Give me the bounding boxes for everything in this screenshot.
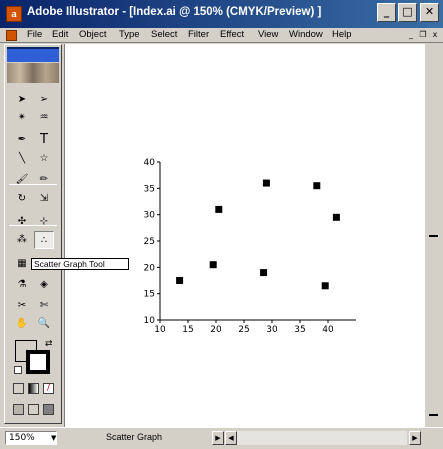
y-tick-label: 40 (144, 158, 156, 168)
menu-select[interactable]: Select (151, 29, 177, 40)
maximize-button[interactable]: □ (398, 3, 417, 22)
default-fill-stroke-icon[interactable] (14, 366, 22, 374)
scroll-mark (429, 235, 438, 237)
x-tick-label: 20 (210, 325, 222, 335)
horizontal-scrollbar-track[interactable] (237, 431, 407, 445)
current-tool-status: Scatter Graph (106, 432, 163, 442)
y-tick-label: 30 (144, 211, 156, 221)
y-tick-label: 25 (144, 237, 155, 247)
full-screen-mode-button[interactable] (43, 404, 54, 415)
paintbrush-tool-icon[interactable]: 🖌 (12, 171, 32, 189)
menu-file[interactable]: File (27, 29, 42, 40)
pencil-tool-icon[interactable]: ✏ (34, 171, 54, 189)
lasso-tool-icon[interactable]: ♒ (34, 109, 54, 127)
toolbox-divider (9, 184, 57, 185)
menu-edit[interactable]: Edit (52, 29, 68, 40)
scroll-mark (429, 414, 438, 416)
gradient-mode-button[interactable] (28, 383, 39, 394)
scatter-point (321, 282, 329, 290)
standard-screen-mode-button[interactable] (13, 404, 24, 415)
tool-tooltip: Scatter Graph Tool (31, 258, 129, 270)
menu-window[interactable]: Window (289, 29, 323, 40)
scatter-point (215, 205, 223, 213)
full-screen-menu-mode-button[interactable] (28, 404, 39, 415)
toolbox-panel: ➤➢✴♒✒T╲☆🖌✏↻⇲✣⊹⁂∴▦▤⚗◈✂✄✋🔍 ⇄ / (4, 44, 62, 424)
none-mode-button[interactable]: / (43, 383, 54, 394)
type-tool-icon[interactable]: T (34, 131, 54, 149)
mesh-tool-icon[interactable]: ▦ (12, 255, 32, 273)
hand-tool-icon[interactable]: ✋ (12, 315, 32, 333)
symbol-sprayer-tool-icon[interactable]: ⁂ (12, 231, 32, 249)
scroll-left-button[interactable]: ◀ (225, 431, 237, 445)
toolbox-banner-image[interactable] (7, 63, 59, 83)
menu-help[interactable]: Help (332, 29, 352, 40)
menu-object[interactable]: Object (79, 29, 106, 40)
zoom-level-field[interactable]: 150% ▼ (5, 431, 57, 445)
doc-minimize-button[interactable]: _ (406, 29, 416, 40)
slice-tool-icon[interactable]: ✂ (12, 297, 32, 315)
window-title: Adobe Illustrator - [Index.ai @ 150% (CM… (27, 6, 322, 18)
rotate-tool-icon[interactable]: ↻ (12, 190, 32, 208)
illustrator-app-icon[interactable]: a (6, 6, 22, 22)
scatter-point (209, 261, 217, 269)
color-mode-button[interactable] (13, 383, 24, 394)
scatter-point (262, 179, 270, 187)
x-tick-label: 40 (322, 325, 334, 335)
document-icon[interactable] (6, 30, 17, 41)
vertical-scrollbar[interactable] (424, 44, 443, 427)
stroke-color-box[interactable] (26, 350, 50, 374)
blend-tool-icon[interactable]: ◈ (34, 276, 54, 294)
minimize-button[interactable]: _ (377, 3, 396, 22)
scatter-graph-tool-icon[interactable]: ∴ (34, 231, 54, 249)
warp-tool-icon[interactable]: ✣ (12, 213, 32, 231)
pen-tool-icon[interactable]: ✒ (12, 131, 32, 149)
y-tick-label: 35 (144, 184, 155, 194)
x-tick-label: 35 (294, 325, 305, 335)
status-menu-button[interactable]: ▶ (212, 431, 224, 445)
eyedropper-tool-icon[interactable]: ⚗ (12, 276, 32, 294)
direct-selection-tool-icon[interactable]: ➢ (34, 91, 54, 109)
y-tick-label: 15 (144, 290, 155, 300)
scatter-point (313, 182, 321, 190)
scissors-tool-icon[interactable]: ✄ (34, 297, 54, 315)
magic-wand-tool-icon[interactable]: ✴ (12, 109, 32, 127)
x-tick-label: 25 (238, 325, 249, 335)
scale-tool-icon[interactable]: ⇲ (34, 190, 54, 208)
doc-close-button[interactable]: x (430, 29, 440, 40)
close-button[interactable]: ✕ (420, 3, 439, 22)
x-tick-label: 30 (266, 325, 278, 335)
scatter-point (260, 269, 268, 277)
scatter-point (176, 277, 184, 284)
swap-fill-stroke-icon[interactable]: ⇄ (45, 339, 56, 350)
menu-view[interactable]: View (258, 29, 278, 40)
line-segment-tool-icon[interactable]: ╲ (12, 150, 32, 168)
status-bar: 150% ▼ Scatter Graph ▶ ◀ ▶ (0, 427, 443, 449)
menu-effect[interactable]: Effect (220, 29, 244, 40)
scatter-graph[interactable]: 10 15 20 25 30 35 40 10 15 20 25 30 35 40 (136, 150, 366, 340)
chevron-down-icon[interactable]: ▼ (51, 433, 59, 443)
star-tool-icon[interactable]: ☆ (34, 150, 54, 168)
menu-bar: File Edit Object Type Select Filter Effe… (0, 28, 443, 43)
title-bar: a Adobe Illustrator - [Index.ai @ 150% (… (0, 0, 443, 28)
x-tick-label: 10 (154, 325, 166, 335)
zoom-tool-icon[interactable]: 🔍 (34, 315, 54, 333)
toolbox-header (7, 49, 59, 62)
scatter-point (332, 213, 340, 221)
x-tick-label: 15 (182, 325, 193, 335)
zoom-level-value: 150% (9, 433, 35, 443)
menu-filter[interactable]: Filter (188, 29, 209, 40)
selection-tool-icon[interactable]: ➤ (12, 91, 32, 109)
y-tick-label: 20 (144, 263, 156, 273)
menu-type[interactable]: Type (119, 29, 140, 40)
scroll-right-button[interactable]: ▶ (409, 431, 421, 445)
doc-restore-button[interactable]: ❐ (418, 29, 428, 40)
y-tick-label: 10 (144, 316, 156, 326)
free-transform-tool-icon[interactable]: ⊹ (34, 213, 54, 231)
toolbox-divider (9, 225, 57, 226)
scatter-graph-svg[interactable]: 10 15 20 25 30 35 40 10 15 20 25 30 35 40 (136, 150, 366, 340)
